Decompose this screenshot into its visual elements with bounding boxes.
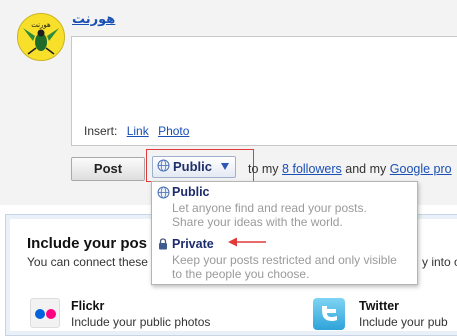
include-description: You can connect these y into o xyxy=(27,255,457,269)
flickr-icon xyxy=(30,298,60,328)
include-description-text: You can connect these xyxy=(27,255,148,269)
option-title: Public xyxy=(172,185,210,199)
twitter-name[interactable]: Twitter xyxy=(359,299,399,313)
avatar[interactable]: هورنت xyxy=(17,13,65,61)
dropdown-arrow-icon xyxy=(221,163,229,170)
annotation-arrow xyxy=(228,236,268,251)
option-description: Keep your posts restricted and only visi… xyxy=(172,253,397,267)
lock-icon xyxy=(158,238,168,253)
share-prefix: to my xyxy=(248,162,279,176)
option-description: to the people you choose. xyxy=(172,267,310,281)
followers-link[interactable]: 8 followers xyxy=(282,162,342,176)
twitter-icon xyxy=(313,298,345,330)
twitter-description: Include your pub xyxy=(359,315,448,329)
insert-photo-button[interactable]: Photo xyxy=(158,124,189,138)
include-description-tail: y into o xyxy=(422,255,457,269)
option-title: Private xyxy=(172,237,214,251)
include-title: Include your pos xyxy=(27,235,148,252)
google-profile-link[interactable]: Google pro xyxy=(390,162,452,176)
red-arrow-icon xyxy=(228,237,266,247)
insert-label: Insert: xyxy=(84,124,118,138)
flickr-name[interactable]: Flickr xyxy=(71,299,104,313)
globe-icon xyxy=(157,186,170,202)
option-description: Let anyone find and read your posts. xyxy=(172,201,367,215)
username-link[interactable]: هورنت xyxy=(72,11,115,27)
privacy-menu: Public Let anyone find and read your pos… xyxy=(151,181,418,285)
post-button[interactable]: Post xyxy=(71,157,145,181)
share-target-line: to my 8 followers and my Google pro xyxy=(248,162,452,176)
hornet-logo-icon: هورنت xyxy=(18,14,64,60)
insert-link-button[interactable]: Link xyxy=(127,124,149,138)
option-description: Share your ideas with the world. xyxy=(172,215,343,229)
share-middle: and my xyxy=(345,162,387,176)
globe-icon xyxy=(157,158,170,178)
insert-row: Insert: Link Photo xyxy=(84,124,189,138)
svg-text:هورنت: هورنت xyxy=(31,21,51,29)
privacy-dropdown-button[interactable]: Public xyxy=(152,156,236,178)
flickr-description: Include your public photos xyxy=(71,315,211,329)
privacy-selected-label: Public xyxy=(173,159,213,174)
